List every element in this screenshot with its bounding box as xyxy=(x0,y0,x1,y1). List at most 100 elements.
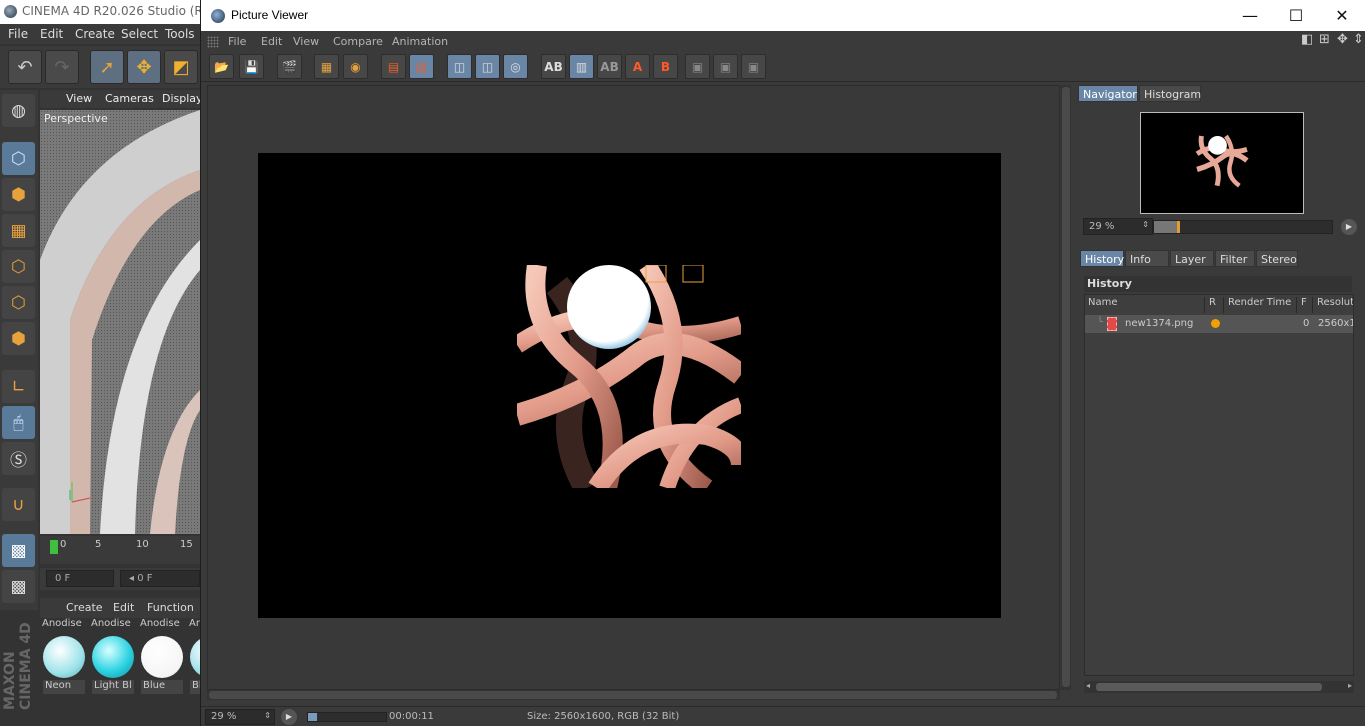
scrollbar-thumb[interactable] xyxy=(1062,87,1070,687)
material-swatch[interactable]: Anodise Neon xyxy=(40,618,86,696)
texture-mode-icon[interactable]: ⬢ xyxy=(2,178,35,211)
tab-filter[interactable]: Filter xyxy=(1215,250,1255,267)
remove-image-icon[interactable]: ▤ xyxy=(381,54,406,79)
scroll-panel-icon[interactable]: ⇕ xyxy=(1353,33,1365,47)
layout-panel-icon[interactable]: ◧ xyxy=(1301,33,1315,47)
material-swatch[interactable]: An Bl xyxy=(187,618,200,696)
navigator-zoom-field[interactable]: 29 % ⇕ xyxy=(1083,218,1153,235)
magnet-icon[interactable]: ∪ xyxy=(2,488,35,521)
history-horizontal-scrollbar[interactable]: ◂ ▸ xyxy=(1084,681,1354,693)
c4d-menu-select[interactable]: Select xyxy=(121,27,158,41)
new-panel-icon[interactable]: ⊞ xyxy=(1319,33,1333,47)
status-zoom-field[interactable]: 29 % ⇕ xyxy=(205,709,275,725)
timeline-playhead[interactable] xyxy=(50,540,58,554)
move-tool-icon[interactable]: ✥ xyxy=(127,50,161,84)
viewport-scene xyxy=(40,110,200,534)
tab-layer[interactable]: Layer xyxy=(1170,250,1214,267)
ab-split-icon[interactable]: ▥ xyxy=(569,54,594,79)
set-as-a-icon[interactable]: A xyxy=(625,54,650,79)
c4d-menu-file[interactable]: File xyxy=(8,27,28,41)
image-vertical-scrollbar[interactable] xyxy=(1061,85,1071,690)
c4d-menu-create[interactable]: Create xyxy=(75,27,115,41)
workplane-icon[interactable]: ▦ xyxy=(2,214,35,247)
history-row[interactable]: └ new1374.png 0 2560x1 xyxy=(1085,315,1353,333)
region-render-icon[interactable]: ▦ xyxy=(314,54,339,79)
ab-diff-icon[interactable]: AB xyxy=(597,54,622,79)
redo-icon[interactable]: ↷ xyxy=(45,50,79,84)
material-swatch[interactable]: Anodise Blue xyxy=(138,618,184,696)
tab-navigator[interactable]: Navigator xyxy=(1078,85,1138,102)
ab-compare-icon[interactable]: AB xyxy=(541,54,566,79)
tab-history[interactable]: History xyxy=(1080,250,1124,267)
pv-menu-view[interactable]: View xyxy=(293,35,319,48)
points-mode-icon[interactable]: ⬡ xyxy=(2,250,35,283)
perspective-viewport[interactable]: Perspective xyxy=(40,110,200,534)
pv-menu-file[interactable]: File xyxy=(228,35,246,48)
column-header-name[interactable]: Name xyxy=(1085,297,1205,313)
pv-menu-compare[interactable]: Compare xyxy=(333,35,383,48)
column-header-render-time[interactable]: Render Time xyxy=(1225,297,1297,313)
save-file-icon[interactable]: 💾 xyxy=(239,54,264,79)
select-cursor-icon[interactable]: ➚ xyxy=(90,50,124,84)
set-as-b-icon[interactable]: B xyxy=(653,54,678,79)
current-frame-field[interactable]: 0 F xyxy=(46,570,114,587)
display-full-icon[interactable]: ◫ xyxy=(447,54,472,79)
material-menu-create[interactable]: Create xyxy=(66,601,103,614)
globe-mode-icon[interactable]: ◍ xyxy=(2,94,35,127)
stepper-arrows-icon[interactable]: ⇕ xyxy=(1142,220,1149,229)
image-display-area[interactable] xyxy=(207,85,1060,690)
lock-workplane-icon[interactable]: ▩ xyxy=(2,534,35,567)
model-mode-icon[interactable]: ⬡ xyxy=(2,142,35,175)
scrollbar-thumb[interactable] xyxy=(209,691,1057,699)
open-file-icon[interactable]: 📂 xyxy=(209,54,234,79)
tweak-mode-icon[interactable]: 🖱 xyxy=(2,406,35,439)
maximize-icon[interactable]: ☐ xyxy=(1281,4,1311,26)
tab-stereo[interactable]: Stereo xyxy=(1256,250,1298,267)
compare-grid-icon[interactable]: ▣ xyxy=(713,54,738,79)
swap-ab-icon[interactable]: ▣ xyxy=(685,54,710,79)
viewport-menu-cameras[interactable]: Cameras xyxy=(105,92,154,105)
scale-tool-icon[interactable]: ◩ xyxy=(164,50,198,84)
viewport-menu-view[interactable]: View xyxy=(66,92,92,105)
scroll-right-icon[interactable]: ▸ xyxy=(1348,681,1352,690)
minimize-icon[interactable]: — xyxy=(1235,4,1265,26)
undo-icon[interactable]: ↶ xyxy=(8,50,42,84)
pv-menu-edit[interactable]: Edit xyxy=(261,35,282,48)
tab-info[interactable]: Info xyxy=(1125,250,1169,267)
display-navigator-icon[interactable]: ◎ xyxy=(503,54,528,79)
render-to-picture-viewer-icon[interactable]: 🎬 xyxy=(277,54,302,79)
material-menu-edit[interactable]: Edit xyxy=(113,601,134,614)
pv-menu-animation[interactable]: Animation xyxy=(392,35,448,48)
stop-render-icon[interactable]: ◉ xyxy=(343,54,368,79)
c4d-menu-edit[interactable]: Edit xyxy=(40,27,63,41)
snap-icon[interactable]: Ⓢ xyxy=(2,442,35,475)
move-panel-icon[interactable]: ✥ xyxy=(1337,33,1351,47)
workplane-grid-icon[interactable]: ▩ xyxy=(2,570,35,603)
column-header-r[interactable]: R xyxy=(1206,297,1224,313)
viewport-menu-display[interactable]: Display xyxy=(162,92,203,105)
timeline-ruler[interactable]: 0 5 10 15 xyxy=(40,536,200,564)
column-header-frame[interactable]: F xyxy=(1298,297,1313,313)
min-frame-field[interactable]: ◂ 0 F xyxy=(120,570,200,587)
tab-histogram[interactable]: Histogram xyxy=(1139,85,1201,102)
zoom-play-arrow-icon[interactable]: ▶ xyxy=(1341,219,1357,235)
stepper-arrows-icon[interactable]: ⇕ xyxy=(264,711,271,720)
navigator-thumbnail[interactable] xyxy=(1140,112,1304,214)
remove-all-images-icon[interactable]: ▤ xyxy=(409,54,434,79)
axis-mode-icon[interactable]: ∟ xyxy=(2,370,35,403)
navigator-zoom-slider[interactable] xyxy=(1153,220,1333,234)
c4d-menu-tools[interactable]: Tools xyxy=(165,27,195,41)
polygons-mode-icon[interactable]: ⬢ xyxy=(2,322,35,355)
material-swatch[interactable]: Anodise Light Bl xyxy=(89,618,135,696)
image-horizontal-scrollbar[interactable] xyxy=(207,690,1060,700)
close-icon[interactable]: ✕ xyxy=(1327,4,1357,26)
play-icon[interactable]: ▶ xyxy=(281,709,297,725)
compare-stack-icon[interactable]: ▣ xyxy=(741,54,766,79)
material-menu-function[interactable]: Function xyxy=(147,601,194,614)
scroll-left-icon[interactable]: ◂ xyxy=(1086,681,1090,690)
zoom-slider-handle[interactable] xyxy=(1177,221,1181,233)
scrollbar-thumb[interactable] xyxy=(1096,683,1322,691)
column-header-resolution[interactable]: Resoluti xyxy=(1314,297,1353,313)
edges-mode-icon[interactable]: ⬡ xyxy=(2,286,35,319)
display-scale-icon[interactable]: ◫ xyxy=(475,54,500,79)
